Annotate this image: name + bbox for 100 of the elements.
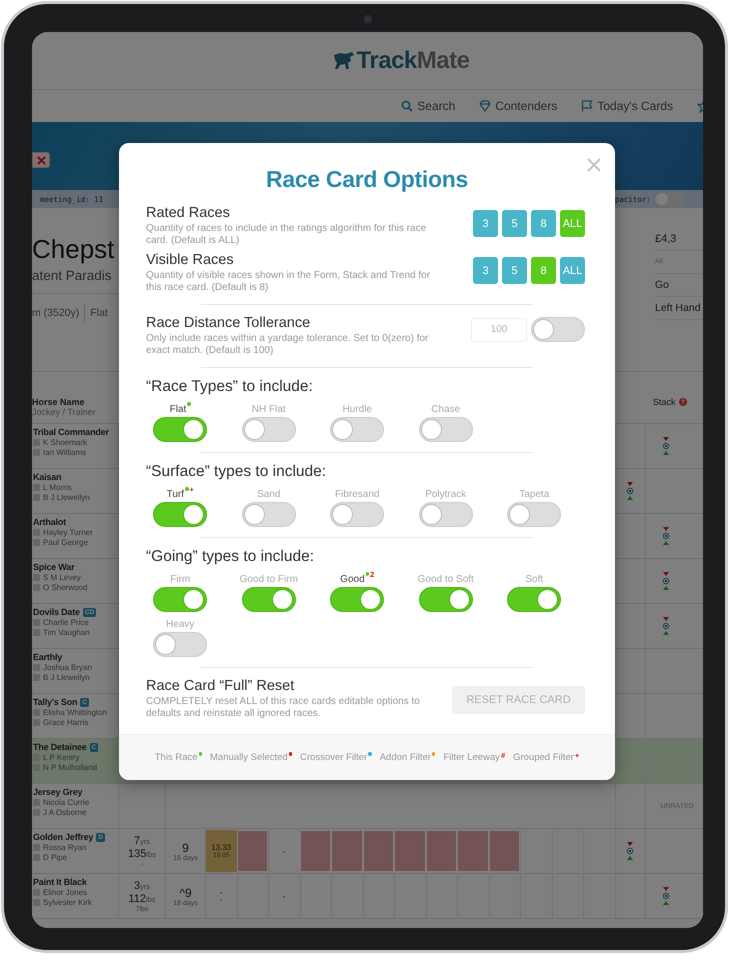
horse-name[interactable]: Earthly bbox=[33, 652, 62, 662]
trainer-icon bbox=[33, 629, 40, 636]
jockey-icon bbox=[33, 709, 40, 716]
horse-name[interactable]: Kaisan bbox=[33, 472, 62, 482]
legend-label: Manually Selected bbox=[210, 752, 288, 763]
setting-title: Visible Races bbox=[146, 252, 235, 269]
jockey-icon bbox=[33, 664, 40, 671]
quantity-option[interactable]: ALL bbox=[560, 257, 585, 284]
nav-link[interactable]: Search bbox=[401, 99, 456, 113]
jockey-name: Elisha Whittington bbox=[43, 708, 108, 717]
horse-name[interactable]: Spice War bbox=[33, 562, 74, 572]
toggle-label: Polytrack bbox=[425, 489, 466, 500]
nav-link[interactable]: Contenders bbox=[479, 99, 558, 113]
setting-description: Quantity of races to include in the ratings algorithm for this race card. (Default is ALL) bbox=[146, 223, 428, 247]
legend-label: Crossover Filter bbox=[300, 752, 368, 763]
toggle-label: Flat bbox=[170, 404, 186, 415]
toggle-switch[interactable] bbox=[418, 417, 473, 442]
toggle-label: NH Flat bbox=[252, 404, 286, 415]
jockey-icon bbox=[33, 619, 40, 626]
legend-label: Grouped Filter bbox=[513, 752, 574, 763]
diamond-icon bbox=[479, 100, 492, 112]
toggle-switch[interactable] bbox=[507, 502, 562, 527]
trainer-icon bbox=[33, 809, 40, 816]
toggle-switch[interactable] bbox=[330, 502, 384, 527]
quantity-option[interactable]: 3 bbox=[473, 210, 498, 237]
trainer-icon bbox=[33, 539, 40, 546]
legend-label: Addon Filter bbox=[380, 752, 431, 763]
horse-logo-icon bbox=[332, 50, 356, 70]
toggle-switch[interactable] bbox=[330, 417, 384, 442]
toggle-label: Good to Firm bbox=[240, 574, 298, 585]
course-title: Chepst bbox=[32, 233, 116, 266]
close-button[interactable] bbox=[587, 158, 601, 172]
toggle-switch[interactable] bbox=[655, 192, 685, 206]
jockey-name: Charlie Price bbox=[43, 618, 89, 627]
stack-marker-icon bbox=[662, 617, 670, 635]
trainer-name: Paul George bbox=[43, 538, 88, 547]
toggle-switch[interactable] bbox=[153, 587, 208, 612]
toggle-label: Heavy bbox=[166, 619, 194, 630]
section-heading: “Surface” types to include: bbox=[145, 463, 328, 481]
yardage-input[interactable]: 100 bbox=[471, 318, 527, 342]
horse-name[interactable]: Jersey Grey bbox=[33, 787, 82, 797]
setting-description: Quantity of visible races shown in the Form, Stack and Trend for this race card. (Default is 8) bbox=[146, 270, 431, 294]
form-cell bbox=[331, 830, 362, 872]
toggle-label: Good to Soft bbox=[418, 574, 474, 585]
form-cell bbox=[362, 830, 394, 872]
toggle-label: Hurdle bbox=[342, 404, 372, 415]
form-cell bbox=[394, 830, 426, 872]
toggle-switch[interactable] bbox=[531, 317, 585, 342]
toggle-switch[interactable] bbox=[418, 587, 473, 612]
horse-name[interactable]: The Detainee bbox=[33, 742, 87, 752]
trainer-icon bbox=[33, 494, 40, 501]
toggle-switch[interactable] bbox=[242, 587, 296, 612]
trainer-name: B J Llewellyn bbox=[43, 673, 90, 682]
setting-title: Race Distance Tollerance bbox=[146, 315, 312, 332]
quantity-option[interactable]: 3 bbox=[473, 257, 498, 284]
jockey-name: Nicola Currie bbox=[43, 798, 90, 807]
trainer-icon bbox=[33, 449, 40, 456]
stack-marker-icon bbox=[626, 482, 634, 500]
jockey-name: L Morris bbox=[43, 483, 72, 492]
jockey-name: K Shoemark bbox=[43, 438, 88, 447]
logo-text: TrackMate bbox=[356, 46, 470, 74]
jockey-icon bbox=[33, 754, 40, 761]
toggle-switch[interactable] bbox=[153, 417, 208, 442]
horse-name[interactable]: Paint It Black bbox=[33, 877, 87, 887]
close-icon bbox=[587, 158, 601, 172]
toggle-switch[interactable] bbox=[153, 502, 208, 527]
camera-icon bbox=[364, 15, 372, 23]
toggle-label: Tapeta bbox=[519, 489, 550, 500]
toggle-label: Soft bbox=[525, 574, 544, 585]
nav-link[interactable]: Today's Cards bbox=[581, 99, 673, 113]
race-distance: m (3520y) bbox=[32, 307, 80, 319]
quantity-option[interactable]: 8 bbox=[531, 210, 556, 237]
toggle-switch[interactable] bbox=[153, 632, 208, 657]
trainer-name: B J Llewellyn bbox=[43, 493, 90, 502]
toggle-label: Good bbox=[340, 574, 365, 585]
jockey-name: Rossa Ryan bbox=[43, 843, 87, 852]
stack-marker-icon bbox=[662, 527, 670, 545]
toggle-switch[interactable] bbox=[330, 587, 384, 612]
form-cell bbox=[457, 830, 488, 872]
trainer-name: J A Osborne bbox=[43, 808, 87, 817]
toggle-label: Chase bbox=[431, 404, 460, 415]
rating-text: ^9 bbox=[179, 886, 192, 900]
toggle-switch[interactable] bbox=[507, 587, 562, 612]
horse-name[interactable]: Golden Jeffrey bbox=[33, 832, 94, 842]
horse-name[interactable]: Tally's Son bbox=[33, 697, 78, 707]
trainer-icon bbox=[33, 854, 40, 861]
trainer-icon bbox=[33, 764, 40, 771]
horse-name[interactable]: Dovils Date bbox=[33, 607, 80, 617]
column-header: Horse Name bbox=[32, 397, 86, 407]
toggle-switch[interactable] bbox=[242, 502, 296, 527]
rating-text: 9 bbox=[182, 840, 189, 854]
quantity-option[interactable]: 5 bbox=[502, 257, 527, 284]
horse-name[interactable]: Tribal Commander bbox=[33, 427, 109, 437]
toggle-switch[interactable] bbox=[242, 417, 296, 442]
form-cell bbox=[300, 830, 331, 872]
dismiss-button[interactable] bbox=[32, 152, 50, 168]
stack-marker-icon bbox=[662, 437, 670, 455]
quantity-option[interactable]: 5 bbox=[502, 210, 527, 237]
toggle-switch[interactable] bbox=[418, 502, 473, 527]
horse-name[interactable]: Arthalot bbox=[33, 517, 66, 527]
